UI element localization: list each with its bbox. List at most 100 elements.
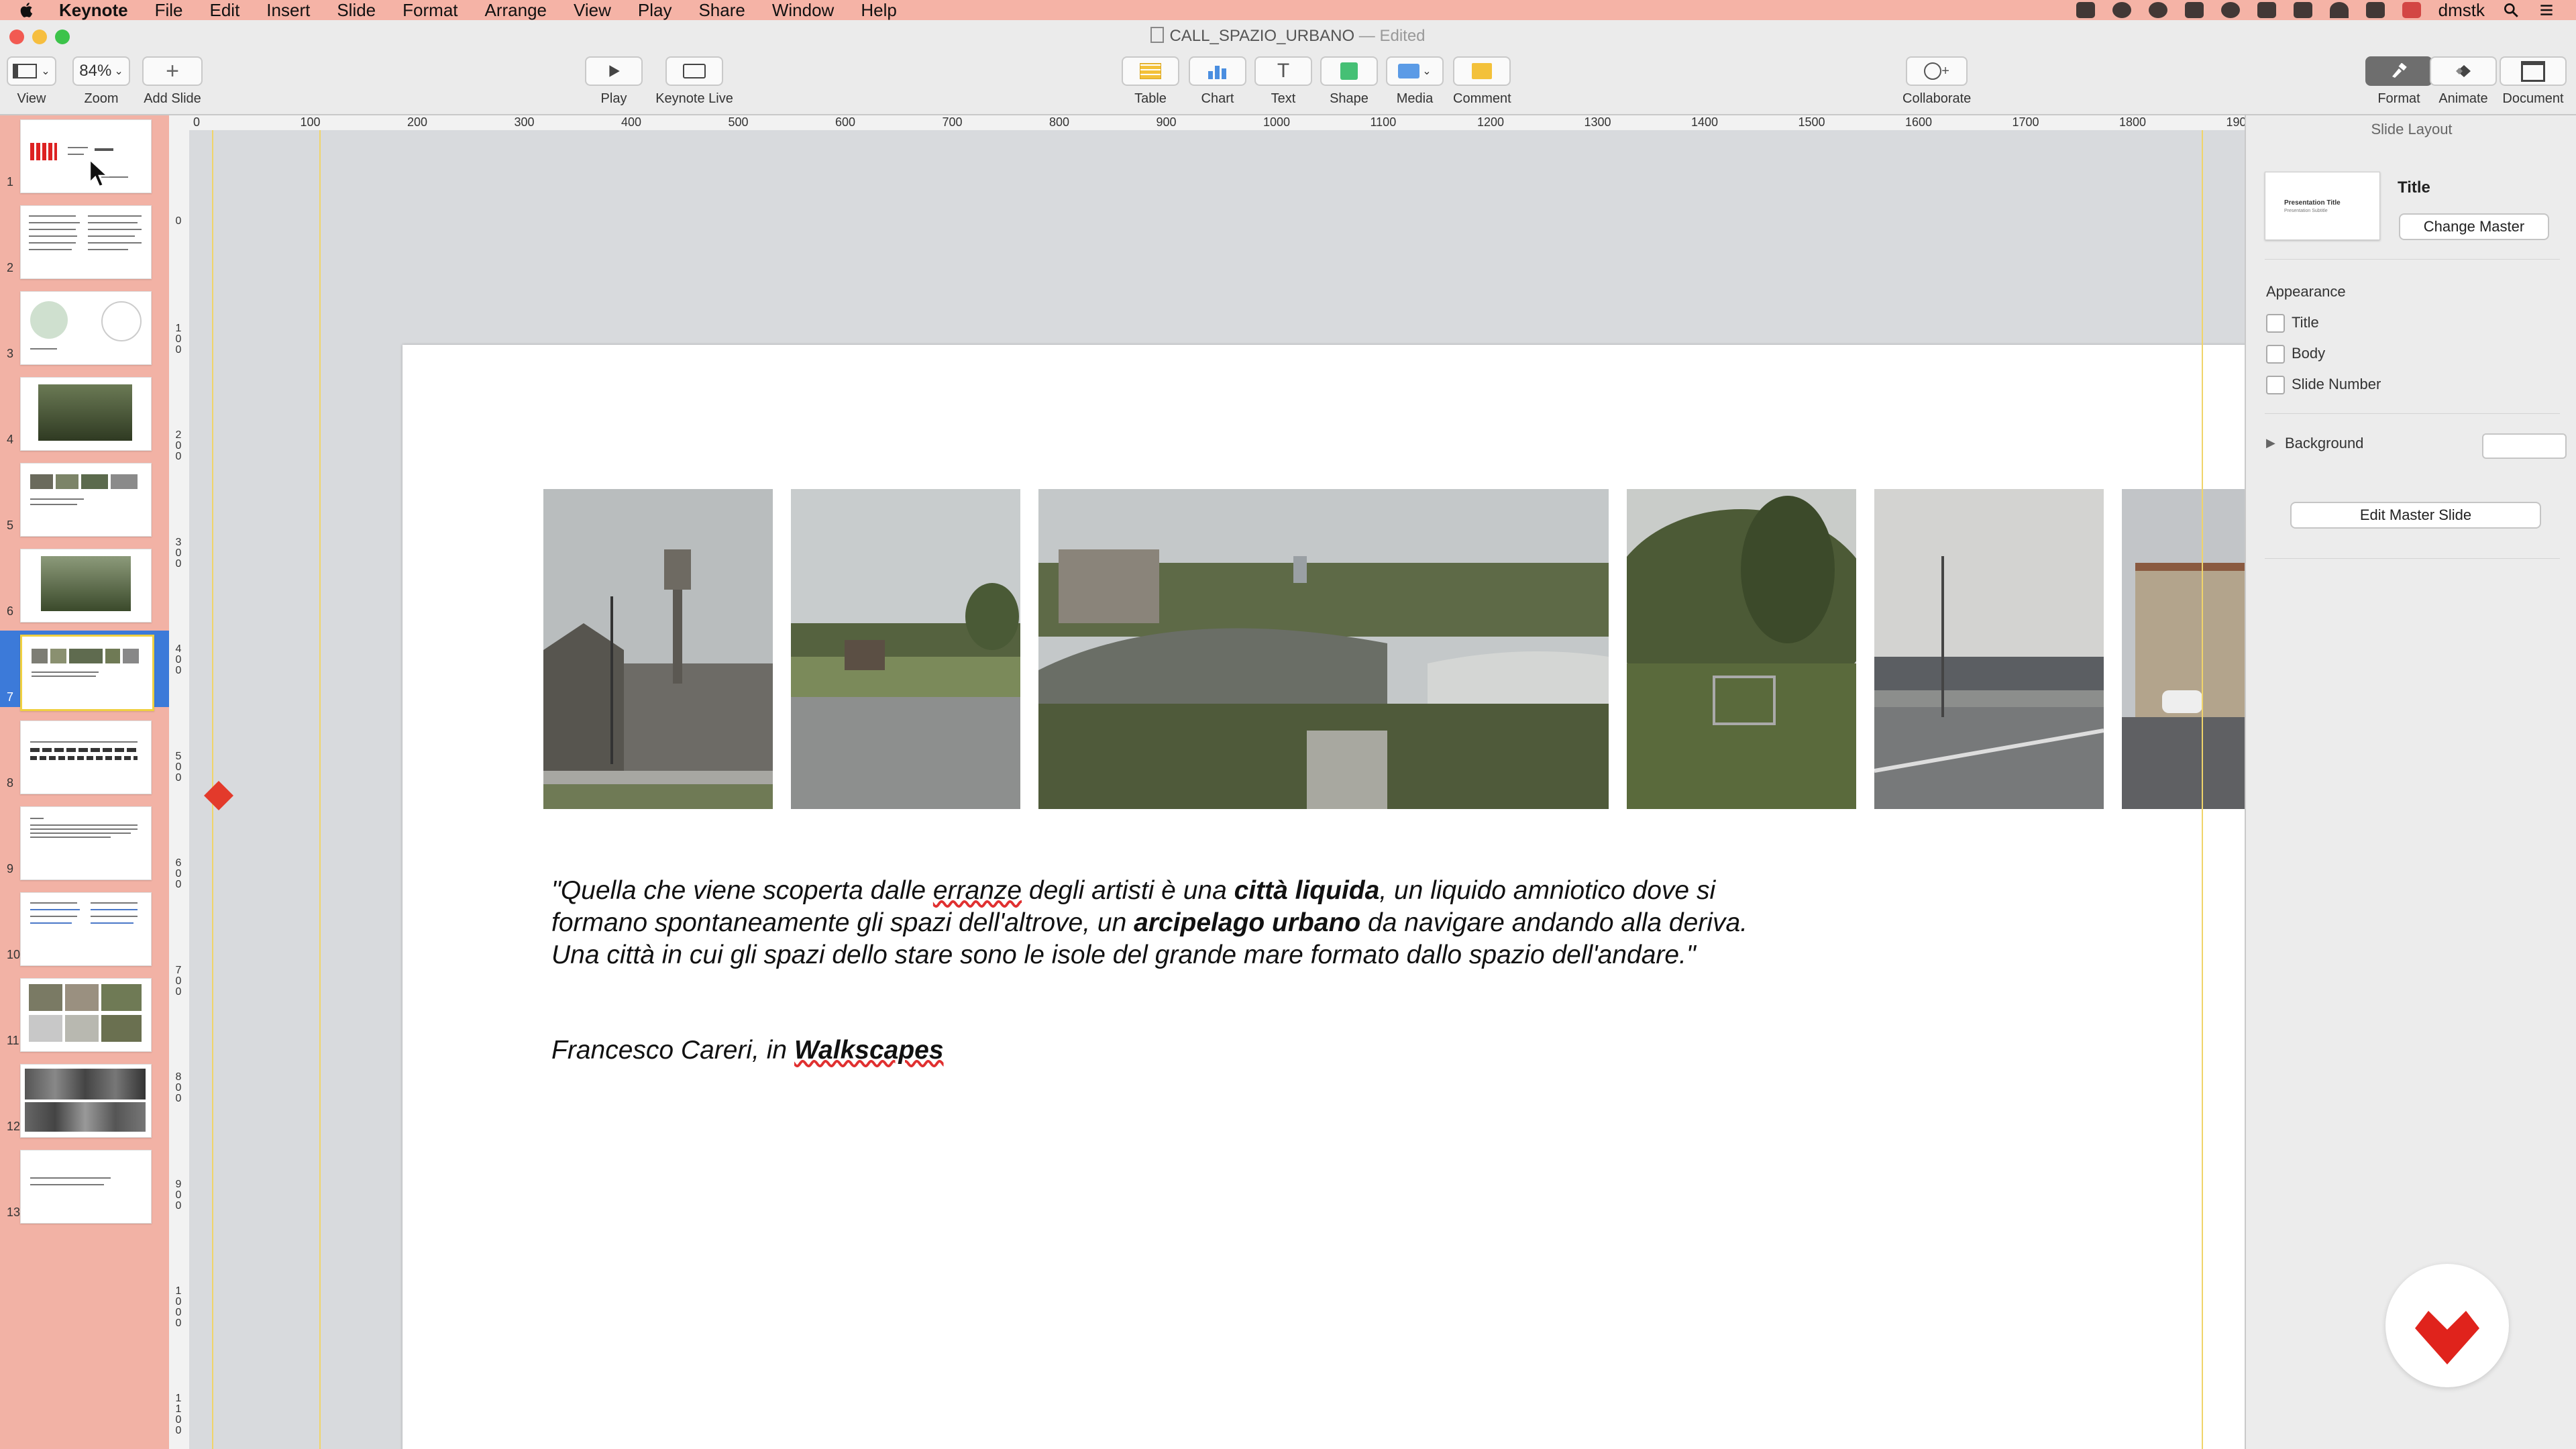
slide[interactable]: "Quella che viene scoperta dalle erranze…: [402, 345, 2245, 1449]
creative-cloud-icon[interactable]: [2112, 2, 2131, 18]
wifi-icon[interactable]: [2329, 2, 2349, 18]
chevron-down-icon: ⌄: [1422, 66, 1432, 77]
apple-icon[interactable]: [17, 1, 36, 19]
collaborate-icon: [1924, 62, 1942, 80]
slide-thumbnail[interactable]: 8: [0, 716, 169, 794]
format-button[interactable]: Format: [2365, 56, 2432, 107]
menu-file[interactable]: File: [155, 0, 183, 21]
document-label: Document: [2502, 91, 2564, 106]
slide-thumbnail[interactable]: 9: [0, 802, 169, 880]
add-slide-button[interactable]: + Add Slide: [142, 56, 203, 107]
screen-icon[interactable]: [2184, 2, 2204, 18]
slide-thumbnail[interactable]: 2: [0, 201, 169, 279]
slide-thumbnail[interactable]: 13: [0, 1146, 169, 1224]
shape-button[interactable]: Shape: [1320, 56, 1378, 107]
slide-thumbnail[interactable]: 12: [0, 1060, 169, 1138]
master-name: Title: [2398, 178, 2430, 197]
slide-number: 1: [7, 175, 14, 189]
menu-help[interactable]: Help: [861, 0, 896, 21]
notification-center-icon[interactable]: [2537, 1, 2556, 19]
mouse-pointer-icon: [89, 158, 110, 188]
sync-icon[interactable]: [2148, 2, 2167, 18]
toolbar: CALL_SPAZIO_URBANO — Edited ⌄ View 84% ⌄ …: [0, 20, 2576, 115]
ruler-tick-label: 3 0 0: [175, 536, 182, 570]
slide-thumbnail[interactable]: 5: [0, 459, 169, 537]
brand-badge[interactable]: [2385, 1264, 2509, 1387]
slide-quote-text[interactable]: "Quella che viene scoperta dalle erranze…: [551, 875, 1772, 971]
title-checkbox[interactable]: [2266, 314, 2285, 333]
master-thumbnail[interactable]: Presentation Title Presentation Subtitle: [2265, 172, 2380, 240]
slide-thumbnail[interactable]: 10: [0, 888, 169, 966]
menu-edit[interactable]: Edit: [209, 0, 239, 21]
guide-marker-diamond-icon[interactable]: [203, 780, 235, 812]
view-button[interactable]: ⌄ View: [7, 56, 56, 107]
slide-canvas[interactable]: "Quella che viene scoperta dalle erranze…: [189, 130, 2245, 1449]
play-button[interactable]: Play: [585, 56, 643, 107]
table-button[interactable]: Table: [1122, 56, 1179, 107]
flag-icon[interactable]: [2402, 2, 2421, 18]
airplay-icon[interactable]: [2257, 2, 2276, 18]
attribution-book-title: Walkscapes: [794, 1036, 944, 1065]
slide-photo-shopping-cart[interactable]: [1627, 489, 1856, 809]
menu-play[interactable]: Play: [638, 0, 672, 21]
chart-label: Chart: [1201, 91, 1234, 106]
slide-photo-graffiti-wall[interactable]: [1874, 489, 2104, 809]
user-name[interactable]: dmstk: [2438, 0, 2485, 21]
disclosure-triangle-icon[interactable]: ▶: [2266, 436, 2275, 450]
change-master-button[interactable]: Change Master: [2399, 213, 2549, 240]
slide-thumbnail[interactable]: 6: [0, 545, 169, 623]
slide-navigator[interactable]: 1 2 3 4 5 6 7 8 9 10 11 12 13: [0, 115, 169, 1449]
slide-thumbnail[interactable]: 3: [0, 287, 169, 365]
ruler-tick-label: 1 1 0 0: [175, 1392, 182, 1436]
animate-button[interactable]: Animate: [2430, 56, 2497, 107]
ruler-tick-label: 1700: [2012, 115, 2039, 129]
menu-view[interactable]: View: [574, 0, 611, 21]
slide-number-checkbox[interactable]: [2266, 376, 2285, 394]
slide-photo-water-tower[interactable]: [543, 489, 773, 809]
volume-icon[interactable]: [2365, 2, 2385, 18]
quote-text-misspelled: erranze: [932, 876, 1022, 905]
slide-thumbnail-selected[interactable]: 7: [0, 631, 169, 711]
collaborate-button[interactable]: + Collaborate: [1902, 56, 1971, 107]
zoom-label: Zoom: [84, 91, 119, 106]
menu-format[interactable]: Format: [402, 0, 458, 21]
body-checkbox[interactable]: [2266, 345, 2285, 364]
text-icon: T: [1277, 60, 1290, 82]
slide-thumbnail[interactable]: 4: [0, 373, 169, 451]
slide-thumbnail[interactable]: 1: [0, 115, 169, 193]
divider: [2265, 413, 2560, 414]
menu-insert[interactable]: Insert: [266, 0, 310, 21]
shape-label: Shape: [1330, 91, 1368, 106]
bluetooth-icon[interactable]: [2293, 2, 2312, 18]
menu-share[interactable]: Share: [698, 0, 745, 21]
document-icon: [1150, 27, 1165, 43]
comment-button[interactable]: Comment: [1453, 56, 1511, 107]
menu-arrange[interactable]: Arrange: [485, 0, 547, 21]
master-thumb-subtitle: Presentation Subtitle: [2284, 209, 2328, 213]
document-button[interactable]: Document: [2500, 56, 2567, 107]
zoom-button[interactable]: 84% ⌄ Zoom: [72, 56, 130, 107]
menu-keynote[interactable]: Keynote: [59, 0, 128, 21]
ruler-tick-label: 1100: [1370, 115, 1397, 129]
sidebar-icon: [13, 64, 38, 78]
spotlight-search-icon[interactable]: [2502, 1, 2520, 19]
ruler-tick-label: 1600: [1905, 115, 1933, 129]
dropbox-icon[interactable]: [2076, 2, 2095, 18]
background-color-well[interactable]: [2482, 433, 2567, 459]
slide-photo-house[interactable]: [2122, 489, 2245, 809]
document-title: CALL_SPAZIO_URBANO — Edited: [0, 27, 2576, 46]
text-button[interactable]: T Text: [1254, 56, 1312, 107]
menu-bar: Keynote File Edit Insert Slide Format Ar…: [0, 0, 2576, 20]
slide-photo-field[interactable]: [791, 489, 1020, 809]
menu-window[interactable]: Window: [772, 0, 834, 21]
menu-slide[interactable]: Slide: [337, 0, 376, 21]
media-button[interactable]: ⌄ Media: [1386, 56, 1444, 107]
keynote-live-button[interactable]: Keynote Live: [655, 56, 733, 107]
edit-master-slide-button[interactable]: Edit Master Slide: [2290, 502, 2541, 529]
slide-photo-greenhouse[interactable]: [1038, 489, 1609, 809]
skype-icon[interactable]: [2220, 2, 2240, 18]
slide-number: 8: [7, 776, 14, 790]
slide-thumbnail[interactable]: 11: [0, 974, 169, 1052]
slide-attribution-text[interactable]: Francesco Careri, in Walkscapes: [551, 1036, 944, 1065]
chart-button[interactable]: Chart: [1189, 56, 1246, 107]
